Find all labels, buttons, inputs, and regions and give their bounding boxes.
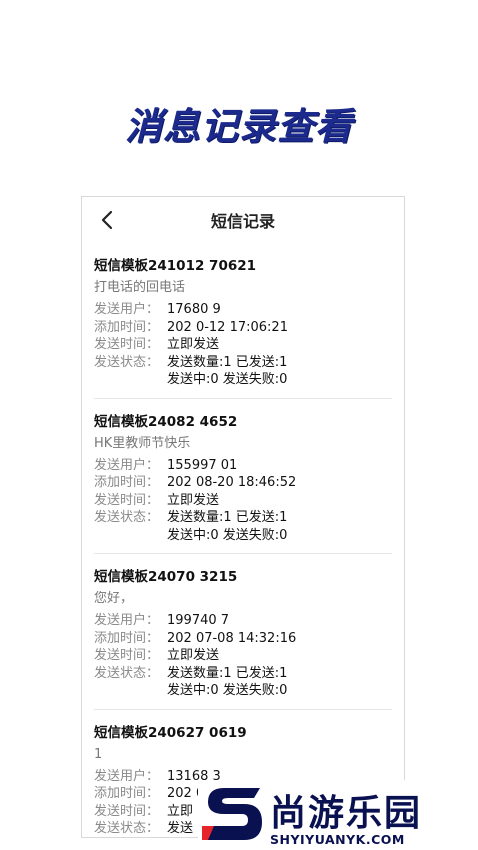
status-line-1: 发送数量:1 已发送:1 [167, 510, 288, 525]
record-title: 短信模板24070 3215 [94, 569, 238, 585]
sender-label: 发送用户： [94, 302, 160, 317]
added-label: 添加时间： [94, 786, 160, 801]
added-value: 202 08-20 18:46:52 [167, 475, 297, 490]
added-value: 202 07-08 14:32:16 [167, 630, 297, 646]
status-label: 发送状态： [94, 665, 160, 681]
added-value: 202 0-12 17:06:21 [167, 319, 288, 335]
list-item[interactable]: 短信模板241012 70621 打电话的回电话 发送用户： 17680 9 添加… [82, 243, 404, 389]
hero-title: 消息记录查看 [125, 105, 353, 148]
s-logo-icon [202, 788, 262, 840]
added-label: 添加时间： [94, 475, 160, 490]
send-time-value: 立即发送 [167, 648, 220, 663]
added-label: 添加时间： [94, 319, 160, 335]
sender-value: 17680 9 [167, 302, 221, 317]
record-content: 1 [94, 746, 103, 762]
send-time-value: 立即发送 [167, 337, 220, 352]
status-line-2: 发送中:0 发送失败:0 [167, 683, 288, 698]
record-title: 短信模板240627 0619 [94, 724, 247, 741]
send-time-label: 发送时间： [94, 648, 160, 663]
status-label: 发送状态： [94, 821, 160, 836]
status-line-2: 发送中:0 发送失败:0 [167, 372, 288, 387]
sender-label: 发送用户： [94, 613, 160, 628]
status-line-2: 发送中:0 发送失败:0 [167, 527, 288, 543]
record-content: HK里教师节快乐 [94, 435, 191, 451]
status-line-1: 发送数量:1 已发送:1 [167, 354, 288, 370]
status-line-1: 发送 [167, 821, 194, 836]
phone-screen: 短信记录 短信模板241012 70621 打电话的回电话 发送用户： 17680… [81, 196, 405, 838]
sender-value: 155997 01 [167, 457, 238, 473]
status-label: 发送状态： [94, 510, 160, 525]
record-content: 打电话的回电话 [94, 280, 186, 295]
sender-label: 发送用户： [94, 457, 160, 473]
watermark-en-text: SHYIYUANYK.COM [270, 832, 405, 847]
send-time-value: 立即发送 [167, 492, 220, 508]
record-content: 您好， [94, 591, 134, 606]
record-title: 短信模板24082 4652 [94, 413, 238, 430]
added-label: 添加时间： [94, 630, 160, 646]
send-time-label: 发送时间： [94, 803, 160, 819]
status-value: 发送数量:1 已发送:1 发送中:0 发送失败:0 [167, 509, 287, 544]
status-value: 发送 [167, 820, 194, 837]
send-time-value: 立即 [167, 803, 194, 819]
status-value: 发送数量:1 已发送:1 发送中:0 发送失败:0 [167, 665, 287, 700]
status-value: 发送数量:1 已发送:1 发送中:0 发送失败:0 [167, 354, 287, 389]
status-label: 发送状态： [94, 354, 160, 370]
record-title: 短信模板241012 70621 [94, 258, 257, 274]
send-time-label: 发送时间： [94, 337, 160, 352]
page-title: 短信记录 [210, 212, 275, 231]
nav-bar: 短信记录 [82, 197, 404, 243]
list-item[interactable]: 短信模板24082 4652 HK里教师节快乐 发送用户： 155997 01 添… [82, 399, 404, 545]
sender-value: 199740 7 [167, 613, 230, 628]
watermark-logo: 尚游乐园 SHYIYUANYK.COM [198, 780, 478, 850]
watermark-cn-text: 尚游乐园 [270, 793, 423, 834]
status-line-1: 发送数量:1 已发送:1 [167, 665, 288, 681]
list-item[interactable]: 短信模板24070 3215 您好， 发送用户： 199740 7 添加时间： 20… [82, 554, 404, 700]
sender-label: 发送用户： [94, 768, 160, 784]
send-time-label: 发送时间： [94, 492, 160, 508]
